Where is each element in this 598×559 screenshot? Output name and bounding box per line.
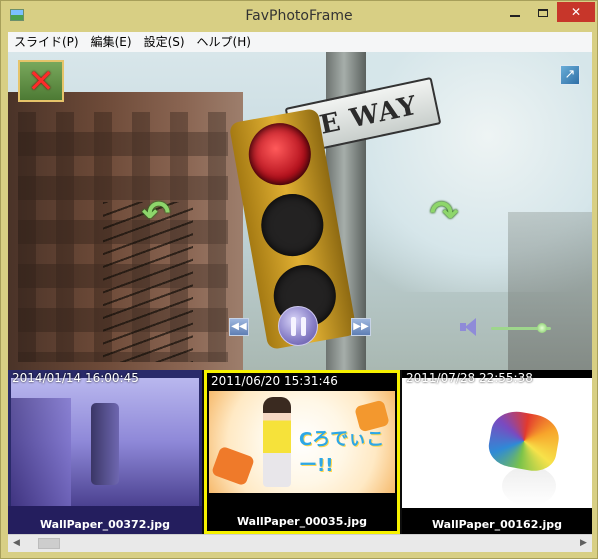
thumbnail-item[interactable]: 2014/01/14 16:00:45 WallPaper_00372.jpg: [8, 370, 202, 534]
thumbnail-date: 2011/06/20 15:31:46: [211, 374, 338, 388]
thumbnail-slogan: Cろでぃこー!!: [299, 429, 385, 476]
scroll-left-arrow-icon[interactable]: ◀: [8, 535, 25, 552]
thumbnail-burst: [210, 445, 256, 487]
app-window: FavPhotoFrame ✕ スライド(P) 編集(E) 設定(S) ヘルプ(…: [0, 0, 598, 559]
speaker-icon[interactable]: [460, 317, 478, 337]
rotate-right-icon[interactable]: ↷: [424, 194, 464, 234]
photo-viewer[interactable]: E WAY ✕ ↗ ↶ ↷ ◀◀ ▶▶: [8, 52, 592, 370]
thumbnail-date: 2014/01/14 16:00:45: [12, 371, 139, 385]
close-photo-button[interactable]: ✕: [18, 60, 64, 102]
thumbnail-image: [402, 378, 592, 508]
rewind-icon[interactable]: ◀◀: [229, 318, 249, 336]
fast-forward-icon[interactable]: ▶▶: [351, 318, 371, 336]
thumbnail-filename: WallPaper_00372.jpg: [39, 518, 171, 531]
menu-settings[interactable]: 設定(S): [138, 32, 191, 52]
thumbnail-filename: WallPaper_00162.jpg: [431, 518, 563, 531]
expand-arrow-icon[interactable]: ↗: [560, 65, 580, 85]
thumbnail-date: 2011/07/28 22:55:38: [406, 371, 533, 385]
thumbnail-figure: [263, 397, 291, 487]
rotate-left-icon[interactable]: ↶: [136, 194, 176, 234]
title-bar[interactable]: FavPhotoFrame ✕: [1, 1, 597, 31]
scroll-right-arrow-icon[interactable]: ▶: [575, 535, 592, 552]
maximize-button[interactable]: [529, 2, 556, 22]
thumbnail-strip: 2014/01/14 16:00:45 WallPaper_00372.jpg …: [8, 370, 592, 534]
volume-slider-knob[interactable]: [537, 323, 547, 333]
thumbnail-pencils: [485, 407, 563, 475]
close-window-button[interactable]: ✕: [557, 2, 595, 22]
pause-icon[interactable]: [278, 306, 318, 346]
photo-right-building: [508, 212, 592, 370]
menu-help[interactable]: ヘルプ(H): [191, 32, 257, 52]
menu-slide[interactable]: スライド(P): [8, 32, 85, 52]
thumbnail-filename: WallPaper_00035.jpg: [236, 515, 368, 528]
minimize-icon: [510, 14, 520, 17]
scrollbar-thumb[interactable]: [38, 538, 60, 549]
minimize-button[interactable]: [501, 2, 529, 22]
thumbnail-item-selected[interactable]: Cろでぃこー!! 2011/06/20 15:31:46 WallPaper_0…: [204, 370, 400, 534]
horizontal-scrollbar[interactable]: ◀ ▶: [8, 534, 592, 552]
close-photo-icon: ✕: [27, 62, 55, 100]
menu-edit[interactable]: 編集(E): [85, 32, 138, 52]
thumbnail-image: [11, 378, 199, 506]
maximize-icon: [537, 8, 548, 17]
thumbnail-image: Cろでぃこー!!: [209, 391, 395, 493]
thumbnail-item[interactable]: 2011/07/28 22:55:38 WallPaper_00162.jpg: [402, 370, 592, 534]
thumbnail-pencil-shadow: [502, 466, 556, 506]
menu-bar: スライド(P) 編集(E) 設定(S) ヘルプ(H): [8, 32, 592, 52]
traffic-lamp-red: [243, 118, 316, 191]
traffic-lamp-middle: [256, 189, 329, 261]
